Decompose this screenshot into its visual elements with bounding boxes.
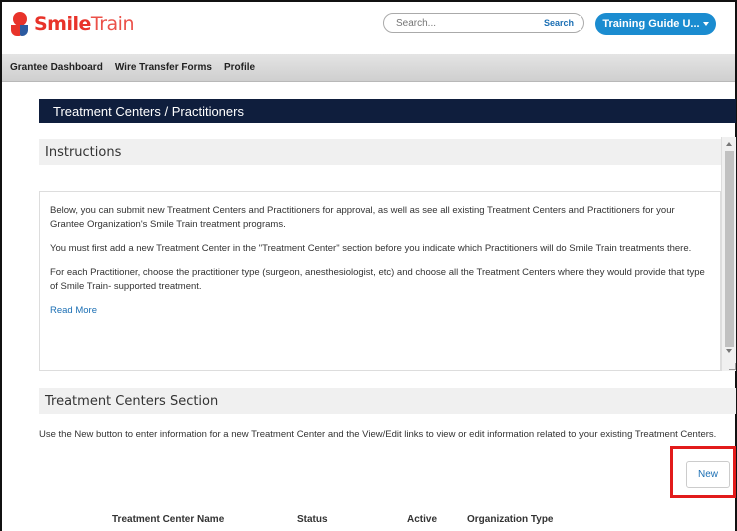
- read-more-link[interactable]: Read More: [50, 305, 97, 316]
- smile-train-logo[interactable]: SmileTrain: [10, 10, 135, 38]
- instructions-paragraph-1: Below, you can submit new Treatment Cent…: [50, 205, 675, 230]
- caret-down-icon: [702, 22, 709, 26]
- user-menu-button[interactable]: Training Guide U...: [595, 13, 716, 35]
- nav-grantee-dashboard[interactable]: Grantee Dashboard: [10, 62, 103, 73]
- search-button[interactable]: Search: [536, 16, 581, 30]
- highlight-box: [670, 446, 736, 498]
- scrollbar-thumb[interactable]: [725, 151, 734, 347]
- main-content: Treatment Centers / Practitioners Instru…: [2, 83, 736, 531]
- search-input[interactable]: [396, 17, 536, 29]
- column-treatment-center-name[interactable]: Treatment Center Name: [112, 514, 224, 525]
- nav-wire-transfer-forms[interactable]: Wire Transfer Forms: [115, 62, 212, 73]
- nav-profile[interactable]: Profile: [224, 62, 255, 73]
- treatment-centers-table-header: Treatment Center Name Status Active Orga…: [39, 511, 736, 529]
- column-active[interactable]: Active: [407, 514, 437, 525]
- search-box: Search: [383, 13, 584, 33]
- treatment-centers-description: Use the New button to enter information …: [39, 429, 717, 440]
- column-status[interactable]: Status: [297, 514, 328, 525]
- logo-text-light: Train: [90, 13, 135, 35]
- site-header: SmileTrain Search Training Guide U...: [2, 2, 735, 44]
- smile-train-logo-icon: [10, 10, 32, 38]
- instructions-paragraph-3: For each Practitioner, choose the practi…: [50, 267, 705, 292]
- instructions-paragraph-2: You must first add a new Treatment Cente…: [50, 243, 692, 254]
- instructions-panel[interactable]: Below, you can submit new Treatment Cent…: [39, 191, 721, 371]
- instructions-scrollbar[interactable]: [721, 137, 736, 371]
- page-title: Treatment Centers / Practitioners: [39, 99, 736, 123]
- resize-handle-icon[interactable]: [729, 363, 736, 370]
- user-menu-label: Training Guide U...: [602, 18, 700, 30]
- column-organization-type[interactable]: Organization Type: [467, 514, 554, 525]
- treatment-centers-heading: Treatment Centers Section: [39, 388, 736, 414]
- top-nav: Grantee Dashboard Wire Transfer Forms Pr…: [2, 54, 735, 82]
- logo-text: SmileTrain: [34, 13, 135, 35]
- instructions-heading: Instructions: [39, 139, 736, 165]
- scroll-up-icon[interactable]: [726, 142, 732, 146]
- logo-text-bold: Smile: [34, 13, 91, 35]
- scroll-down-icon[interactable]: [726, 349, 732, 353]
